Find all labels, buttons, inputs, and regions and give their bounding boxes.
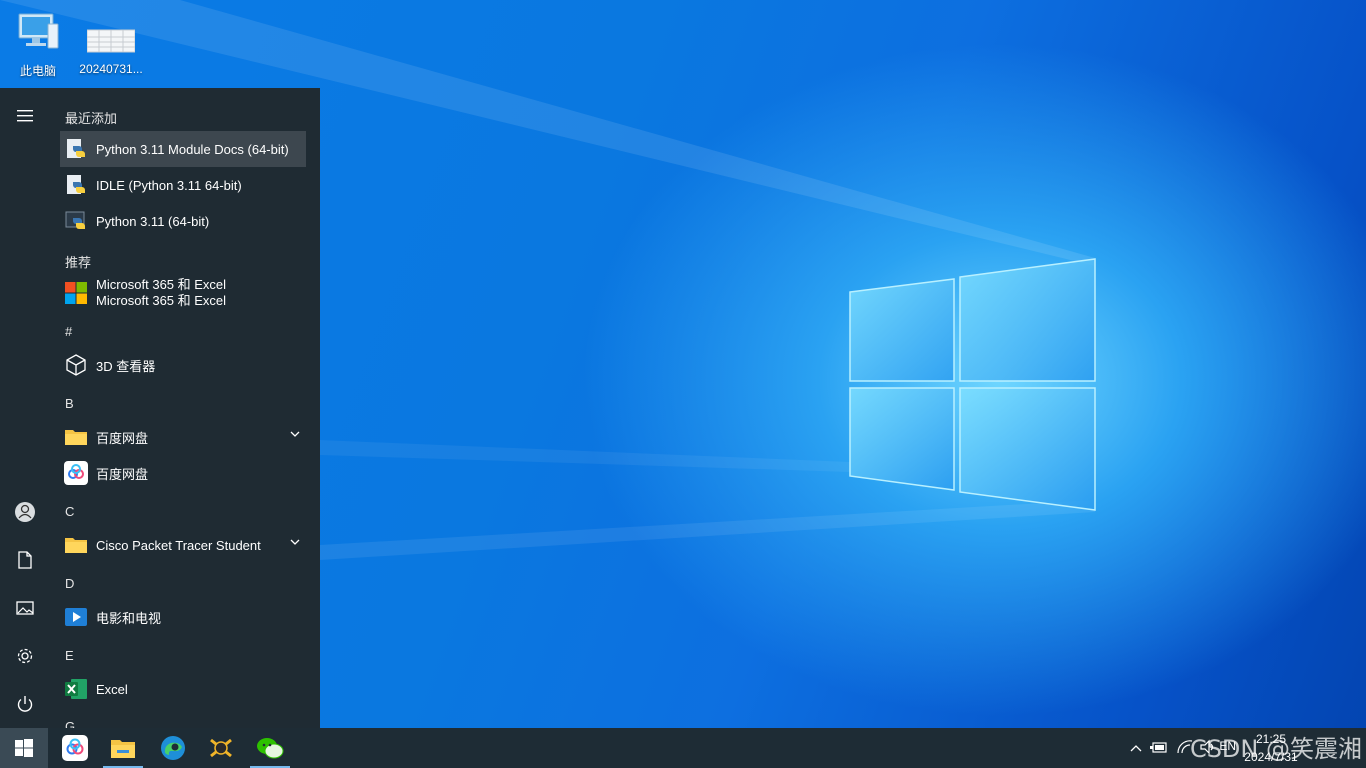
document-icon bbox=[18, 551, 32, 569]
taskbar-baidu-netdisk[interactable] bbox=[51, 728, 99, 768]
python-icon bbox=[64, 209, 88, 233]
hamburger-icon bbox=[17, 110, 33, 122]
movies-tv-icon bbox=[64, 605, 88, 629]
app-item-sublabel: Microsoft 365 和 Excel bbox=[96, 293, 227, 308]
taskbar-file-explorer[interactable] bbox=[99, 728, 147, 768]
app-list: 最近添加 Python 3.11 Module Docs (64-bit) ID… bbox=[50, 88, 320, 728]
app-item-microsoft-365[interactable]: Microsoft 365 和 Excel Microsoft 365 和 Ex… bbox=[60, 275, 306, 311]
app-item-label: 百度网盘 bbox=[96, 430, 149, 446]
app-item-label: 电影和电视 bbox=[96, 610, 162, 626]
chevron-down-icon[interactable] bbox=[290, 431, 300, 439]
start-button[interactable] bbox=[0, 728, 48, 768]
packet-tracer-icon bbox=[210, 738, 232, 758]
app-item-baidu-netdisk[interactable]: 百度网盘 bbox=[60, 455, 306, 491]
baidu-netdisk-icon bbox=[64, 461, 88, 485]
folder-item-cisco[interactable]: Cisco Packet Tracer Student bbox=[60, 527, 306, 563]
app-item-idle[interactable]: IDLE (Python 3.11 64-bit) bbox=[60, 167, 306, 203]
group-letter-b[interactable]: B bbox=[65, 396, 74, 411]
settings-icon bbox=[17, 648, 33, 664]
group-letter-hash[interactable]: # bbox=[65, 324, 72, 339]
settings-button[interactable] bbox=[0, 634, 50, 678]
show-hidden-icons[interactable] bbox=[1130, 740, 1142, 755]
microsoft-logo-icon bbox=[64, 281, 88, 305]
folder-item-baidu[interactable]: 百度网盘 bbox=[60, 419, 306, 455]
taskbar-wechat[interactable] bbox=[246, 728, 294, 768]
battery-indicator[interactable] bbox=[1150, 740, 1168, 757]
edge-icon bbox=[161, 736, 185, 760]
section-header-recent: 最近添加 bbox=[65, 111, 118, 126]
baidu-netdisk-icon bbox=[62, 735, 88, 761]
app-item-label: Excel bbox=[96, 681, 128, 697]
user-button[interactable] bbox=[0, 490, 50, 534]
taskbar-packet-tracer[interactable] bbox=[197, 728, 245, 768]
group-letter-c[interactable]: C bbox=[65, 504, 74, 519]
app-item-label: 3D 查看器 bbox=[96, 358, 156, 374]
start-menu: 最近添加 Python 3.11 Module Docs (64-bit) ID… bbox=[0, 88, 320, 728]
expand-button[interactable] bbox=[0, 94, 50, 138]
app-item-3d-viewer[interactable]: 3D 查看器 bbox=[60, 347, 306, 383]
taskbar-edge[interactable] bbox=[149, 728, 197, 768]
windows-logo-icon bbox=[15, 739, 33, 757]
documents-button[interactable] bbox=[0, 538, 50, 582]
folder-icon bbox=[64, 425, 88, 449]
group-letter-d[interactable]: D bbox=[65, 576, 74, 591]
app-item-excel[interactable]: Excel bbox=[60, 671, 306, 707]
user-icon bbox=[15, 502, 35, 522]
app-item-label: Microsoft 365 和 Excel bbox=[96, 277, 227, 292]
app-item-python[interactable]: Python 3.11 (64-bit) bbox=[60, 203, 306, 239]
file-explorer-icon bbox=[111, 740, 135, 758]
section-header-recommended: 推荐 bbox=[65, 255, 92, 270]
app-item-movies-tv[interactable]: 电影和电视 bbox=[60, 599, 306, 635]
desktop-icon-label: 20240731... bbox=[79, 62, 143, 76]
folder-icon bbox=[64, 533, 88, 557]
app-item-label: Cisco Packet Tracer Student bbox=[96, 537, 261, 553]
power-button[interactable] bbox=[0, 682, 50, 726]
pictures-button[interactable] bbox=[0, 586, 50, 630]
watermark: CSDN @笑震湘 bbox=[1189, 735, 1362, 763]
desktop-icon-label: 此电脑 bbox=[19, 64, 56, 78]
python-docs-icon bbox=[64, 137, 88, 161]
cube-icon bbox=[64, 353, 88, 377]
group-letter-g[interactable]: G bbox=[65, 719, 75, 728]
app-item-label: IDLE (Python 3.11 64-bit) bbox=[96, 177, 242, 193]
python-idle-icon bbox=[64, 173, 88, 197]
power-icon bbox=[17, 696, 33, 712]
app-item-label: 百度网盘 bbox=[96, 466, 149, 482]
start-rail bbox=[0, 88, 50, 728]
chevron-up-icon bbox=[1130, 745, 1142, 752]
taskbar: EN 21:25 2024/7/31 bbox=[0, 728, 1366, 768]
wechat-icon bbox=[257, 738, 284, 759]
desktop-icon-spreadsheet[interactable]: 20240731... bbox=[75, 8, 147, 76]
chevron-down-icon[interactable] bbox=[290, 539, 300, 547]
spreadsheet-file-icon bbox=[87, 29, 135, 53]
pictures-icon bbox=[16, 601, 34, 615]
battery-icon bbox=[1150, 742, 1167, 753]
group-letter-e[interactable]: E bbox=[65, 648, 74, 663]
app-item-label: Python 3.11 (64-bit) bbox=[96, 213, 210, 229]
computer-icon bbox=[18, 13, 59, 49]
desktop-icon-this-pc[interactable]: 此电脑 bbox=[2, 8, 74, 79]
app-item-python-docs[interactable]: Python 3.11 Module Docs (64-bit) bbox=[60, 131, 306, 167]
app-item-label: Python 3.11 Module Docs (64-bit) bbox=[96, 141, 289, 157]
excel-icon bbox=[64, 677, 88, 701]
